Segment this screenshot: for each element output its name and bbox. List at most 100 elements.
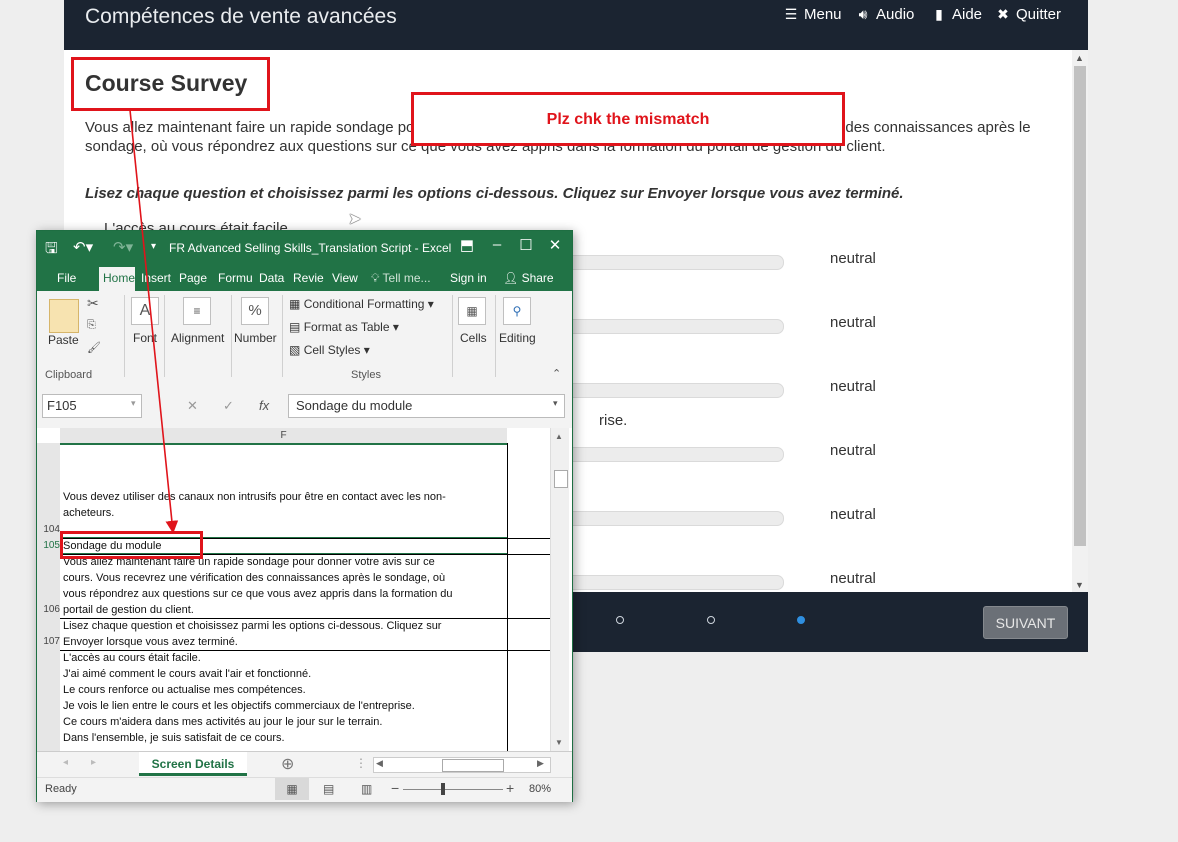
formula-bar: F105 ▾ ✕ ✓ fx Sondage du module ▾ [37, 384, 572, 428]
next-sheet-icon[interactable]: ▸ [91, 757, 96, 768]
scroll-down-icon[interactable]: ▼ [1075, 580, 1084, 590]
cancel-icon[interactable]: ✕ [187, 398, 198, 414]
sheet-tab[interactable]: Screen Details [139, 752, 247, 776]
expand-formula-icon[interactable]: ▾ [553, 398, 558, 409]
alignment-icon[interactable]: ≡ [183, 297, 211, 325]
cells-icon[interactable]: ▦ [458, 297, 486, 325]
progress-dot[interactable] [707, 616, 715, 624]
row-number[interactable]: 106 [37, 604, 60, 615]
sign-in-link[interactable]: Sign in [450, 271, 487, 285]
zoom-in-icon[interactable]: + [506, 780, 514, 796]
percent-icon[interactable]: % [241, 297, 269, 325]
minimize-icon[interactable]: – [487, 236, 507, 253]
tab-formulas[interactable]: Formu [218, 271, 253, 285]
excel-window[interactable]: 🖫 ↶▾ ↷▾ ▾ FR Advanced Selling Skills_Tra… [36, 230, 573, 802]
instructions-text: Lisez chaque question et choisissez parm… [85, 185, 904, 202]
zoom-slider-knob[interactable] [441, 783, 445, 795]
tab-view[interactable]: View [332, 271, 358, 285]
ribbon-home: Paste ✂ ⎘ 🖌︎ Clipboard A Font ≡ Alignmen… [37, 291, 572, 385]
format-as-table-button[interactable]: ▤ Format as Table ▾ [289, 320, 399, 334]
cell-f106[interactable]: Vous allez maintenant faire un rapide so… [63, 554, 503, 618]
tab-file[interactable]: File [57, 271, 76, 285]
font-icon[interactable]: A [131, 297, 159, 325]
scroll-left-icon[interactable]: ◀ [376, 758, 383, 769]
paste-icon[interactable] [49, 299, 79, 333]
zoom-slider[interactable] [403, 789, 503, 790]
zoom-out-icon[interactable]: − [391, 780, 399, 796]
customize-qat-icon[interactable]: ▾ [151, 241, 156, 252]
progress-dot-active[interactable] [797, 616, 805, 624]
save-icon[interactable]: 🖫 [45, 238, 58, 263]
row-number[interactable]: 107 [37, 636, 60, 647]
editing-button[interactable]: Editing [499, 331, 536, 345]
cell-styles-button[interactable]: ▧ Cell Styles ▾ [289, 343, 370, 357]
ribbon-display-icon[interactable]: ⬒ [457, 236, 477, 254]
zoom-level[interactable]: 80% [529, 783, 551, 795]
paste-button[interactable]: Paste [48, 333, 79, 347]
tab-home[interactable]: Home [99, 267, 135, 291]
name-box[interactable]: F105 [42, 394, 142, 418]
undo-icon[interactable]: ↶▾ [73, 238, 93, 256]
format-painter-icon[interactable]: 🖌︎ [87, 341, 101, 354]
conditional-formatting-icon: ▦ [289, 297, 301, 311]
tab-page-layout[interactable]: Page [179, 271, 207, 285]
cell-f107[interactable]: Lisez chaque question et choisissez parm… [63, 618, 503, 650]
excel-titlebar[interactable]: 🖫 ↶▾ ↷▾ ▾ FR Advanced Selling Skills_Tra… [37, 231, 572, 265]
row-number[interactable]: 105 [37, 540, 60, 551]
menu-button[interactable]: ☰ Menu [782, 6, 842, 23]
column-header-f[interactable]: F [60, 428, 507, 445]
collapse-ribbon-icon[interactable]: ⌃ [552, 367, 561, 380]
normal-view-icon[interactable]: ▦ [275, 778, 309, 800]
cell-f108[interactable]: L'accès au cours était facile. J'ai aimé… [63, 650, 503, 746]
vertical-scrollbar[interactable]: ▲ ▼ [550, 428, 569, 751]
close-window-icon[interactable]: ✕ [545, 236, 565, 254]
enter-icon[interactable]: ✓ [223, 398, 234, 414]
alignment-button[interactable]: Alignment [171, 331, 224, 345]
page-break-view-icon[interactable]: ▥ [361, 782, 372, 796]
quit-label: Quitter [1016, 6, 1062, 23]
formula-input[interactable]: Sondage du module [288, 394, 565, 418]
hscroll-thumb[interactable] [442, 759, 504, 772]
search-icon[interactable]: ⚲ [503, 297, 531, 325]
clipboard-group-label: Clipboard [45, 369, 93, 381]
share-button[interactable]: 👤︎ Share [503, 271, 554, 285]
tab-insert[interactable]: Insert [141, 271, 171, 285]
tab-data[interactable]: Data [259, 271, 284, 285]
audio-button[interactable]: 🔊︎ Audio [854, 6, 915, 23]
tab-split-handle[interactable]: ⋮ [355, 756, 367, 770]
name-box-dropdown-icon[interactable]: ▾ [131, 398, 136, 409]
next-button[interactable]: SUIVANT [983, 606, 1068, 639]
scroll-up-icon[interactable]: ▲ [555, 432, 563, 441]
redo-icon[interactable]: ↷▾ [113, 238, 133, 256]
number-button[interactable]: Number [234, 331, 277, 345]
help-button[interactable]: ▮ Aide [930, 6, 982, 23]
tell-me-search[interactable]: 💡︎ Tell me... [371, 271, 431, 286]
scroll-thumb[interactable] [1074, 66, 1086, 546]
add-sheet-icon[interactable]: ⊕ [281, 754, 294, 774]
horizontal-scrollbar[interactable]: ◀ ▶ [373, 757, 551, 773]
font-button[interactable]: Font [133, 331, 157, 345]
page-layout-view-icon[interactable]: ▤ [323, 782, 334, 796]
scroll-down-icon[interactable]: ▼ [555, 738, 563, 747]
worksheet-grid[interactable]: F Vous devez utiliser des canaux non int… [37, 428, 572, 751]
ribbon-separator [164, 295, 165, 377]
scroll-right-icon[interactable]: ▶ [537, 758, 544, 769]
quit-button[interactable]: ✖ Quitter [994, 6, 1061, 23]
scroll-thumb[interactable] [554, 470, 568, 488]
insert-function-icon[interactable]: fx [259, 398, 269, 413]
cut-icon[interactable]: ✂ [87, 295, 99, 312]
status-text: Ready [45, 783, 77, 795]
cells-button[interactable]: Cells [460, 331, 487, 345]
maximize-icon[interactable]: ☐ [516, 236, 536, 254]
cell-f104[interactable]: Vous devez utiliser des canaux non intru… [63, 489, 503, 521]
content-scrollbar[interactable]: ▲ ▼ [1072, 50, 1088, 592]
tab-review[interactable]: Revie [293, 271, 324, 285]
row-number[interactable]: 104 [37, 524, 60, 535]
prev-sheet-icon[interactable]: ◂ [63, 757, 68, 768]
speaker-icon: 🔊︎ [858, 6, 868, 22]
conditional-formatting-button[interactable]: ▦ Conditional Formatting ▾ [289, 297, 434, 311]
lightbulb-icon: 💡︎ [371, 271, 380, 285]
scroll-up-icon[interactable]: ▲ [1075, 53, 1084, 63]
progress-dot[interactable] [616, 616, 624, 624]
copy-icon[interactable]: ⎘ [87, 319, 96, 332]
